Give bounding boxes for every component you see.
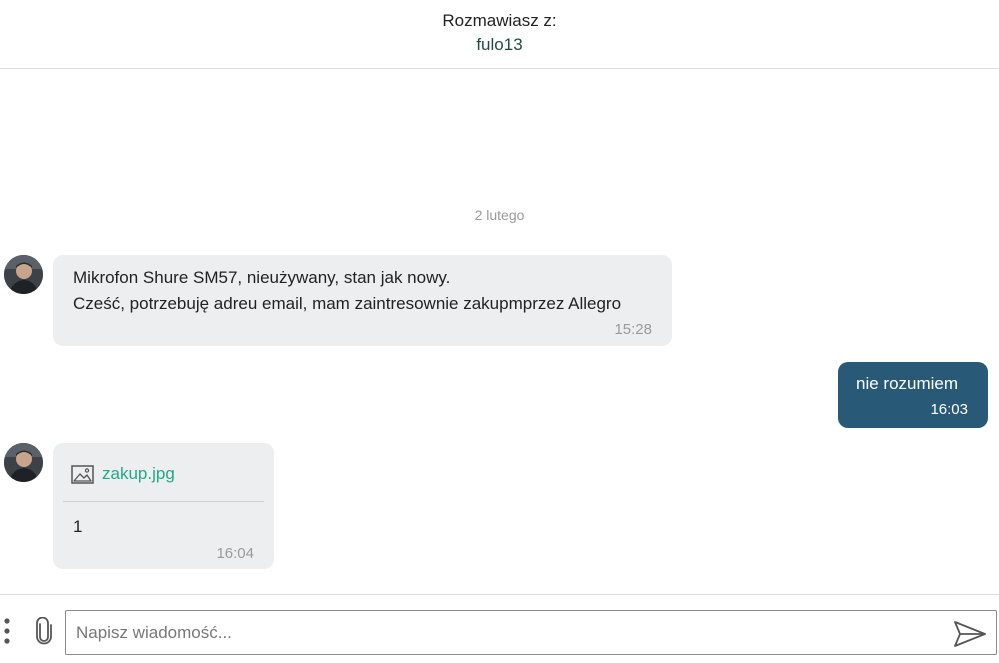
attach-file-button[interactable] — [33, 616, 55, 645]
attachment-link[interactable]: zakup.jpg — [71, 461, 175, 487]
chat-partner-username[interactable]: fulo13 — [0, 35, 999, 55]
paperclip-icon — [36, 616, 52, 645]
message-text-line: Mikrofon Shure SM57, nieużywany, stan ja… — [73, 268, 451, 287]
image-icon — [71, 464, 94, 484]
message-bubble-incoming: Mikrofon Shure SM57, nieużywany, stan ja… — [53, 255, 672, 346]
chat-header: Rozmawiasz z: fulo13 — [0, 0, 999, 69]
message-text: 1 — [73, 517, 83, 536]
message-time: 15:28 — [614, 321, 652, 338]
attachment-filename[interactable]: zakup.jpg — [102, 461, 175, 487]
message-text-line: Cześć, potrzebuję adreu email, mam zaint… — [73, 294, 622, 313]
avatar-image — [4, 255, 43, 294]
send-icon — [954, 621, 986, 647]
message-composer — [0, 594, 999, 663]
date-separator: 2 lutego — [474, 207, 525, 223]
message-time: 16:03 — [930, 401, 968, 418]
avatar[interactable] — [4, 255, 43, 294]
header-label: Rozmawiasz z: — [442, 11, 557, 30]
chat-window: Rozmawiasz z: fulo13 2 lutego Mikrofon S… — [0, 0, 999, 663]
message-bubble-incoming: zakup.jpg 1 16:04 — [53, 443, 274, 569]
vertical-dots-icon — [4, 618, 10, 644]
message-input[interactable] — [65, 610, 997, 655]
avatar-image — [4, 443, 43, 482]
message-time: 16:04 — [216, 545, 254, 562]
avatar[interactable] — [4, 443, 43, 482]
message-bubble-outgoing: nie rozumiem 16:03 — [838, 362, 988, 428]
send-button[interactable] — [953, 620, 987, 648]
message-text: nie rozumiem — [856, 374, 959, 393]
more-options-button[interactable] — [0, 617, 16, 647]
attachment-divider — [63, 501, 264, 502]
